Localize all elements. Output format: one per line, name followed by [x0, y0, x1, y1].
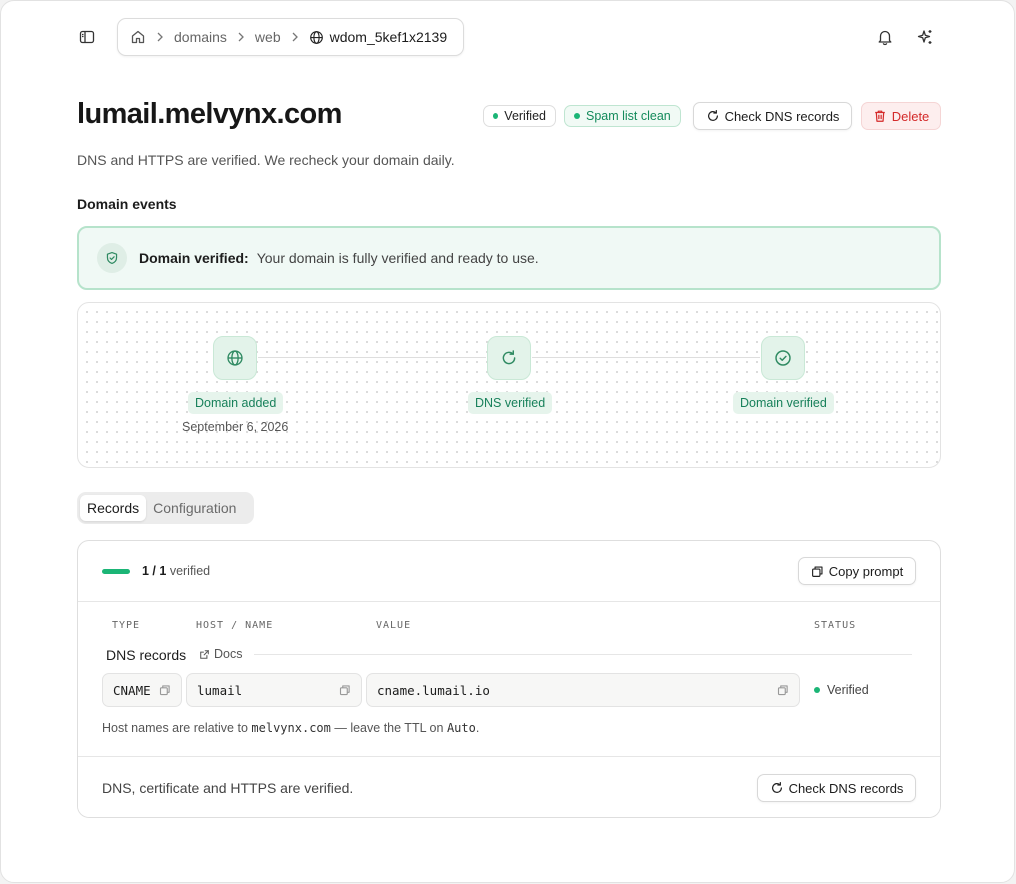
section-title-events: Domain events [77, 196, 177, 212]
column-header-host: HOST / NAME [196, 620, 274, 631]
docs-link[interactable]: Docs [199, 647, 242, 661]
delete-button[interactable]: Delete [861, 102, 941, 130]
column-header-status: STATUS [814, 620, 857, 631]
button-label: Copy prompt [828, 563, 904, 579]
trash-icon [874, 110, 885, 122]
group-title-dns-records: DNS records [106, 647, 187, 663]
check-dns-button-footer[interactable]: Check DNS records [757, 774, 916, 802]
domain-events-timeline: Domain added September 6, 2026 DNS verif… [77, 302, 941, 468]
column-header-type: TYPE [112, 620, 141, 631]
globe-icon [227, 350, 243, 366]
record-value-field[interactable]: cname.lumail.io [366, 673, 800, 707]
sidebar-toggle-icon[interactable] [79, 29, 95, 45]
copy-icon[interactable] [777, 684, 789, 696]
hint-suffix: . [475, 721, 480, 735]
refresh-icon [707, 109, 718, 121]
status-dot [574, 113, 580, 119]
verified-alert: Domain verified: Your domain is fully ve… [77, 226, 941, 290]
timeline-node-added [213, 336, 257, 380]
timeline-label: DNS verified [468, 392, 553, 414]
hint-domain: melvynx.com [251, 721, 331, 735]
record-type-field[interactable]: CNAME [102, 673, 182, 707]
timeline-connector [532, 357, 760, 358]
home-icon[interactable] [130, 29, 146, 45]
record-status-label: Verified [827, 683, 869, 697]
button-label: Check DNS records [724, 108, 840, 124]
status-badge-verified: Verified [483, 105, 556, 127]
globe-icon [309, 30, 323, 44]
timeline-date: September 6, 2026 [182, 420, 289, 434]
timeline-node-verified [761, 336, 805, 380]
check-dns-button[interactable]: Check DNS records [693, 102, 852, 130]
divider [254, 654, 912, 655]
breadcrumb-current: wdom_5kef1x2139 [329, 29, 448, 45]
sparkle-icon[interactable] [916, 28, 934, 46]
records-card: 1 / 1 verified Copy prompt TYPE HOST / N… [77, 540, 941, 818]
bell-icon[interactable] [876, 28, 894, 46]
progress-count: 1 / 1 [142, 564, 167, 578]
docs-label: Docs [214, 647, 243, 661]
button-label: Check DNS records [788, 780, 904, 796]
shield-check-icon [97, 243, 127, 273]
breadcrumb: domains web wdom_5kef1x2139 [117, 18, 464, 56]
chevron-right-icon [152, 29, 168, 45]
refresh-icon [502, 350, 516, 365]
column-header-value: VALUE [376, 620, 412, 631]
external-link-icon [200, 649, 209, 659]
page-subtitle: DNS and HTTPS are verified. We recheck y… [77, 152, 455, 168]
records-hint: Host names are relative to melvynx.com —… [102, 721, 479, 735]
progress-suffix: verified [169, 564, 211, 578]
copy-icon[interactable] [339, 684, 351, 696]
hint-prefix: Host names are relative to [102, 721, 248, 735]
badge-label: Verified [504, 109, 546, 123]
badge-label: Spam list clean [586, 109, 671, 123]
chevron-right-icon [233, 29, 249, 45]
footer-status-text: DNS, certificate and HTTPS are verified. [102, 780, 354, 796]
record-host-field[interactable]: lumail [186, 673, 362, 707]
records-tabs: Records Configuration [77, 492, 254, 524]
page-title: lumail.melvynx.com [77, 98, 342, 130]
alert-text: Your domain is fully verified and ready … [256, 250, 539, 266]
breadcrumb-item-domains[interactable]: domains [174, 29, 227, 45]
app-window: domains web wdom_5kef1x2139 lumail.melvy… [0, 0, 1015, 883]
refresh-icon [771, 781, 782, 793]
tab-records[interactable]: Records [80, 495, 147, 521]
status-dot [493, 113, 499, 119]
button-label: Delete [891, 108, 930, 124]
record-host-value: lumail [197, 682, 243, 698]
status-dot [814, 687, 820, 693]
record-type-value: CNAME [113, 682, 151, 698]
record-status: Verified [814, 683, 869, 697]
timeline-node-dns [487, 336, 531, 380]
records-card-footer: DNS, certificate and HTTPS are verified.… [78, 756, 940, 817]
alert-title: Domain verified: [139, 250, 249, 266]
timeline-connector [258, 357, 486, 358]
records-card-header: 1 / 1 verified Copy prompt [78, 541, 940, 602]
tab-configuration[interactable]: Configuration [146, 495, 243, 521]
copy-prompt-button[interactable]: Copy prompt [798, 557, 916, 585]
hint-ttl: Auto [446, 721, 476, 735]
timeline-label: Domain verified [733, 392, 834, 414]
check-circle-icon [775, 350, 791, 366]
hint-middle: — leave the TTL on [334, 721, 444, 735]
verification-progress-bar [102, 569, 130, 574]
timeline-label: Domain added [188, 392, 284, 414]
status-badge-spam: Spam list clean [564, 105, 681, 127]
copy-icon [811, 565, 823, 577]
breadcrumb-item-web[interactable]: web [255, 29, 281, 45]
verification-progress-text: 1 / 1 verified [142, 564, 210, 578]
chevron-right-icon [287, 29, 303, 45]
copy-icon[interactable] [159, 684, 171, 696]
record-value-value: cname.lumail.io [377, 682, 490, 698]
